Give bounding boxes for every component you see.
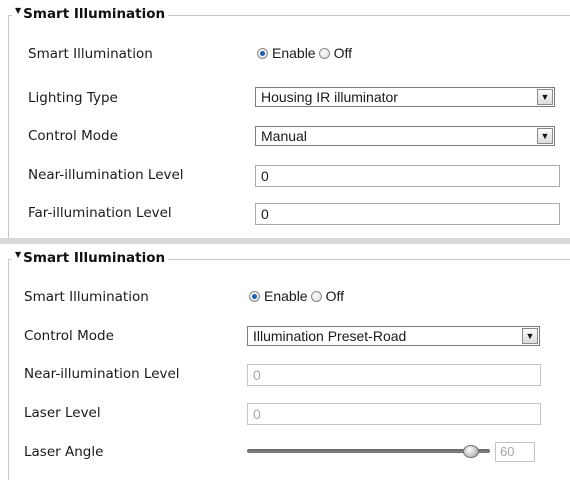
near-illumination-value: 0 xyxy=(261,168,269,184)
smart-illumination-radio-group: Enable Off xyxy=(257,45,355,61)
laser-angle-value-box: 60 xyxy=(495,442,535,462)
near-illumination-value: 0 xyxy=(253,367,261,383)
far-illumination-input[interactable]: 0 xyxy=(255,203,560,225)
smart-illumination-panel-1: ▼ Smart Illumination Smart Illumination E… xyxy=(0,0,570,239)
lighting-type-value: Housing IR illuminator xyxy=(261,89,398,105)
dropdown-arrow-icon[interactable]: ▼ xyxy=(522,328,538,344)
control-mode-select[interactable]: Manual ▼ xyxy=(255,126,555,146)
control-mode-label: Control Mode xyxy=(24,328,114,344)
dropdown-arrow-icon[interactable]: ▼ xyxy=(537,128,553,144)
collapse-triangle-icon[interactable]: ▼ xyxy=(15,6,21,15)
laser-angle-label: Laser Angle xyxy=(24,444,104,460)
laser-angle-value: 60 xyxy=(500,444,515,459)
control-mode-value: Manual xyxy=(261,128,307,144)
control-mode-value: Illumination Preset-Road xyxy=(253,328,407,344)
near-illumination-input: 0 xyxy=(247,364,541,386)
smart-illumination-label: Smart Illumination xyxy=(28,46,153,62)
group-title[interactable]: ▼ Smart Illumination xyxy=(12,6,169,22)
off-option[interactable]: Off xyxy=(326,288,344,304)
radio-unselected-icon[interactable] xyxy=(310,290,322,302)
radio-selected-icon[interactable] xyxy=(257,47,268,59)
lighting-type-select[interactable]: Housing IR illuminator ▼ xyxy=(255,87,555,107)
near-illumination-label: Near-illumination Level xyxy=(24,366,180,382)
collapse-triangle-icon[interactable]: ▼ xyxy=(15,250,21,259)
enable-option[interactable]: Enable xyxy=(272,45,316,61)
off-option[interactable]: Off xyxy=(334,45,352,61)
laser-level-value: 0 xyxy=(253,406,261,422)
dropdown-arrow-icon[interactable]: ▼ xyxy=(537,89,553,105)
group-title-text: Smart Illumination xyxy=(23,6,166,22)
radio-unselected-icon[interactable] xyxy=(318,47,330,59)
near-illumination-input[interactable]: 0 xyxy=(255,165,560,187)
radio-selected-icon[interactable] xyxy=(249,290,260,302)
slider-thumb-icon[interactable] xyxy=(462,445,479,458)
control-mode-select[interactable]: Illumination Preset-Road ▼ xyxy=(247,326,540,346)
smart-illumination-radio-group: Enable Off xyxy=(249,288,347,304)
smart-illumination-label: Smart Illumination xyxy=(24,289,149,305)
group-title-text: Smart Illumination xyxy=(23,250,166,266)
lighting-type-label: Lighting Type xyxy=(28,90,118,106)
laser-level-input: 0 xyxy=(247,403,541,425)
control-mode-label: Control Mode xyxy=(28,128,118,144)
near-illumination-label: Near-illumination Level xyxy=(28,167,184,183)
group-title[interactable]: ▼ Smart Illumination xyxy=(12,250,169,266)
laser-level-label: Laser Level xyxy=(24,405,101,421)
enable-option[interactable]: Enable xyxy=(264,288,308,304)
far-illumination-label: Far-illumination Level xyxy=(28,205,172,221)
laser-angle-slider-track[interactable] xyxy=(247,449,490,453)
far-illumination-value: 0 xyxy=(261,206,269,222)
smart-illumination-panel-2: ▼ Smart Illumination Smart Illumination E… xyxy=(0,244,570,480)
